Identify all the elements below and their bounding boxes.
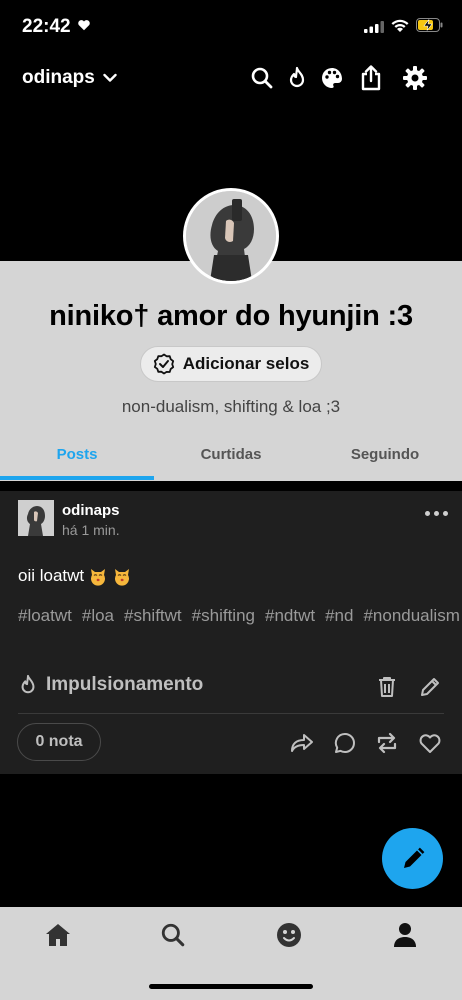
flame-icon [289, 66, 305, 88]
search-icon [161, 923, 185, 947]
blog-description: non-dualism, shifting & loa ;3 [121, 397, 341, 416]
tag-link[interactable]: #nd [325, 606, 353, 625]
search-button[interactable] [248, 64, 276, 92]
add-badges-button[interactable]: Adicionar selos [140, 346, 322, 382]
settings-button[interactable] [401, 64, 429, 92]
chevron-down-icon [103, 73, 117, 82]
post-author[interactable]: odinaps [62, 502, 120, 519]
boost-label: Impulsionamento [46, 674, 204, 695]
avatar-photo [186, 191, 276, 281]
home-indicator [149, 984, 313, 989]
reblog-button[interactable] [374, 730, 400, 756]
tag-link[interactable]: #shifting [192, 606, 255, 625]
share-arrow-icon [291, 734, 313, 752]
tab-likes[interactable]: Curtidas [154, 446, 308, 463]
tag-link[interactable]: #loatwt [18, 606, 72, 625]
gear-icon [403, 66, 427, 90]
avatar[interactable] [183, 188, 279, 284]
active-tab-indicator [0, 476, 154, 480]
post-divider [18, 713, 444, 714]
profile-icon [394, 923, 416, 947]
delete-post-button[interactable] [374, 674, 400, 700]
reblog-icon [377, 732, 397, 754]
nav-search[interactable] [158, 920, 188, 950]
tag-link[interactable]: #shiftwt [124, 606, 182, 625]
pencil-icon [403, 847, 424, 868]
comment-icon [334, 732, 355, 753]
nav-activity[interactable] [274, 920, 304, 950]
share-post-button[interactable] [289, 730, 315, 756]
blog-title: niniko† amor do hyunjin :3 [49, 300, 413, 332]
share-blog-button[interactable] [357, 64, 385, 92]
cellular-signal-icon [364, 21, 384, 33]
trash-icon [379, 677, 395, 697]
post-timestamp: há 1 min. [62, 522, 120, 538]
blog-name: odinaps [22, 67, 95, 88]
pencil-icon [421, 678, 439, 696]
post-menu-button[interactable] [425, 508, 449, 518]
dot-icon [443, 510, 448, 516]
edit-post-button[interactable] [417, 674, 443, 700]
tab-posts[interactable]: Posts [0, 446, 154, 463]
battery-charging-icon [416, 18, 443, 32]
search-icon [251, 67, 273, 89]
dot-icon [425, 510, 430, 516]
heart-status-icon [78, 20, 90, 31]
status-time: 22:42 [22, 16, 71, 37]
add-badges-label: Adicionar selos [182, 354, 310, 373]
post-text: oii loatwt [18, 566, 85, 585]
compose-button[interactable] [382, 828, 443, 889]
boost-post-button[interactable]: Impulsionamento [18, 674, 203, 696]
kissing-cat-emoji-icon [115, 569, 130, 586]
activity-icon [277, 923, 301, 947]
dot-icon [434, 510, 439, 516]
tag-link[interactable]: #nondualism [363, 606, 459, 625]
notes-button[interactable]: 0 nota [17, 723, 101, 761]
nav-home[interactable] [43, 920, 73, 950]
tag-link[interactable]: #ndtwt [265, 606, 315, 625]
badge-icon [153, 353, 174, 375]
heart-icon [419, 734, 441, 753]
reply-button[interactable] [332, 730, 358, 756]
post-body: oii loatwt [18, 566, 132, 586]
tag-link[interactable]: #loa [82, 606, 114, 625]
post-tags: #loatwt #loa #shiftwt #shifting #ndtwt #nd #no… [18, 605, 460, 626]
palette-icon [322, 68, 342, 88]
boost-button[interactable] [283, 64, 311, 92]
kissing-cat-emoji-icon [91, 569, 106, 586]
flame-icon [21, 674, 35, 694]
like-button[interactable] [417, 730, 443, 756]
home-icon [46, 924, 70, 946]
blog-switcher[interactable]: odinaps [22, 67, 117, 89]
customize-button[interactable] [318, 64, 346, 92]
share-icon [361, 65, 381, 91]
post-avatar[interactable] [18, 500, 54, 536]
nav-profile[interactable] [390, 920, 420, 950]
post-avatar-photo [18, 500, 54, 536]
tab-following[interactable]: Seguindo [308, 446, 462, 463]
wifi-icon [391, 19, 409, 32]
